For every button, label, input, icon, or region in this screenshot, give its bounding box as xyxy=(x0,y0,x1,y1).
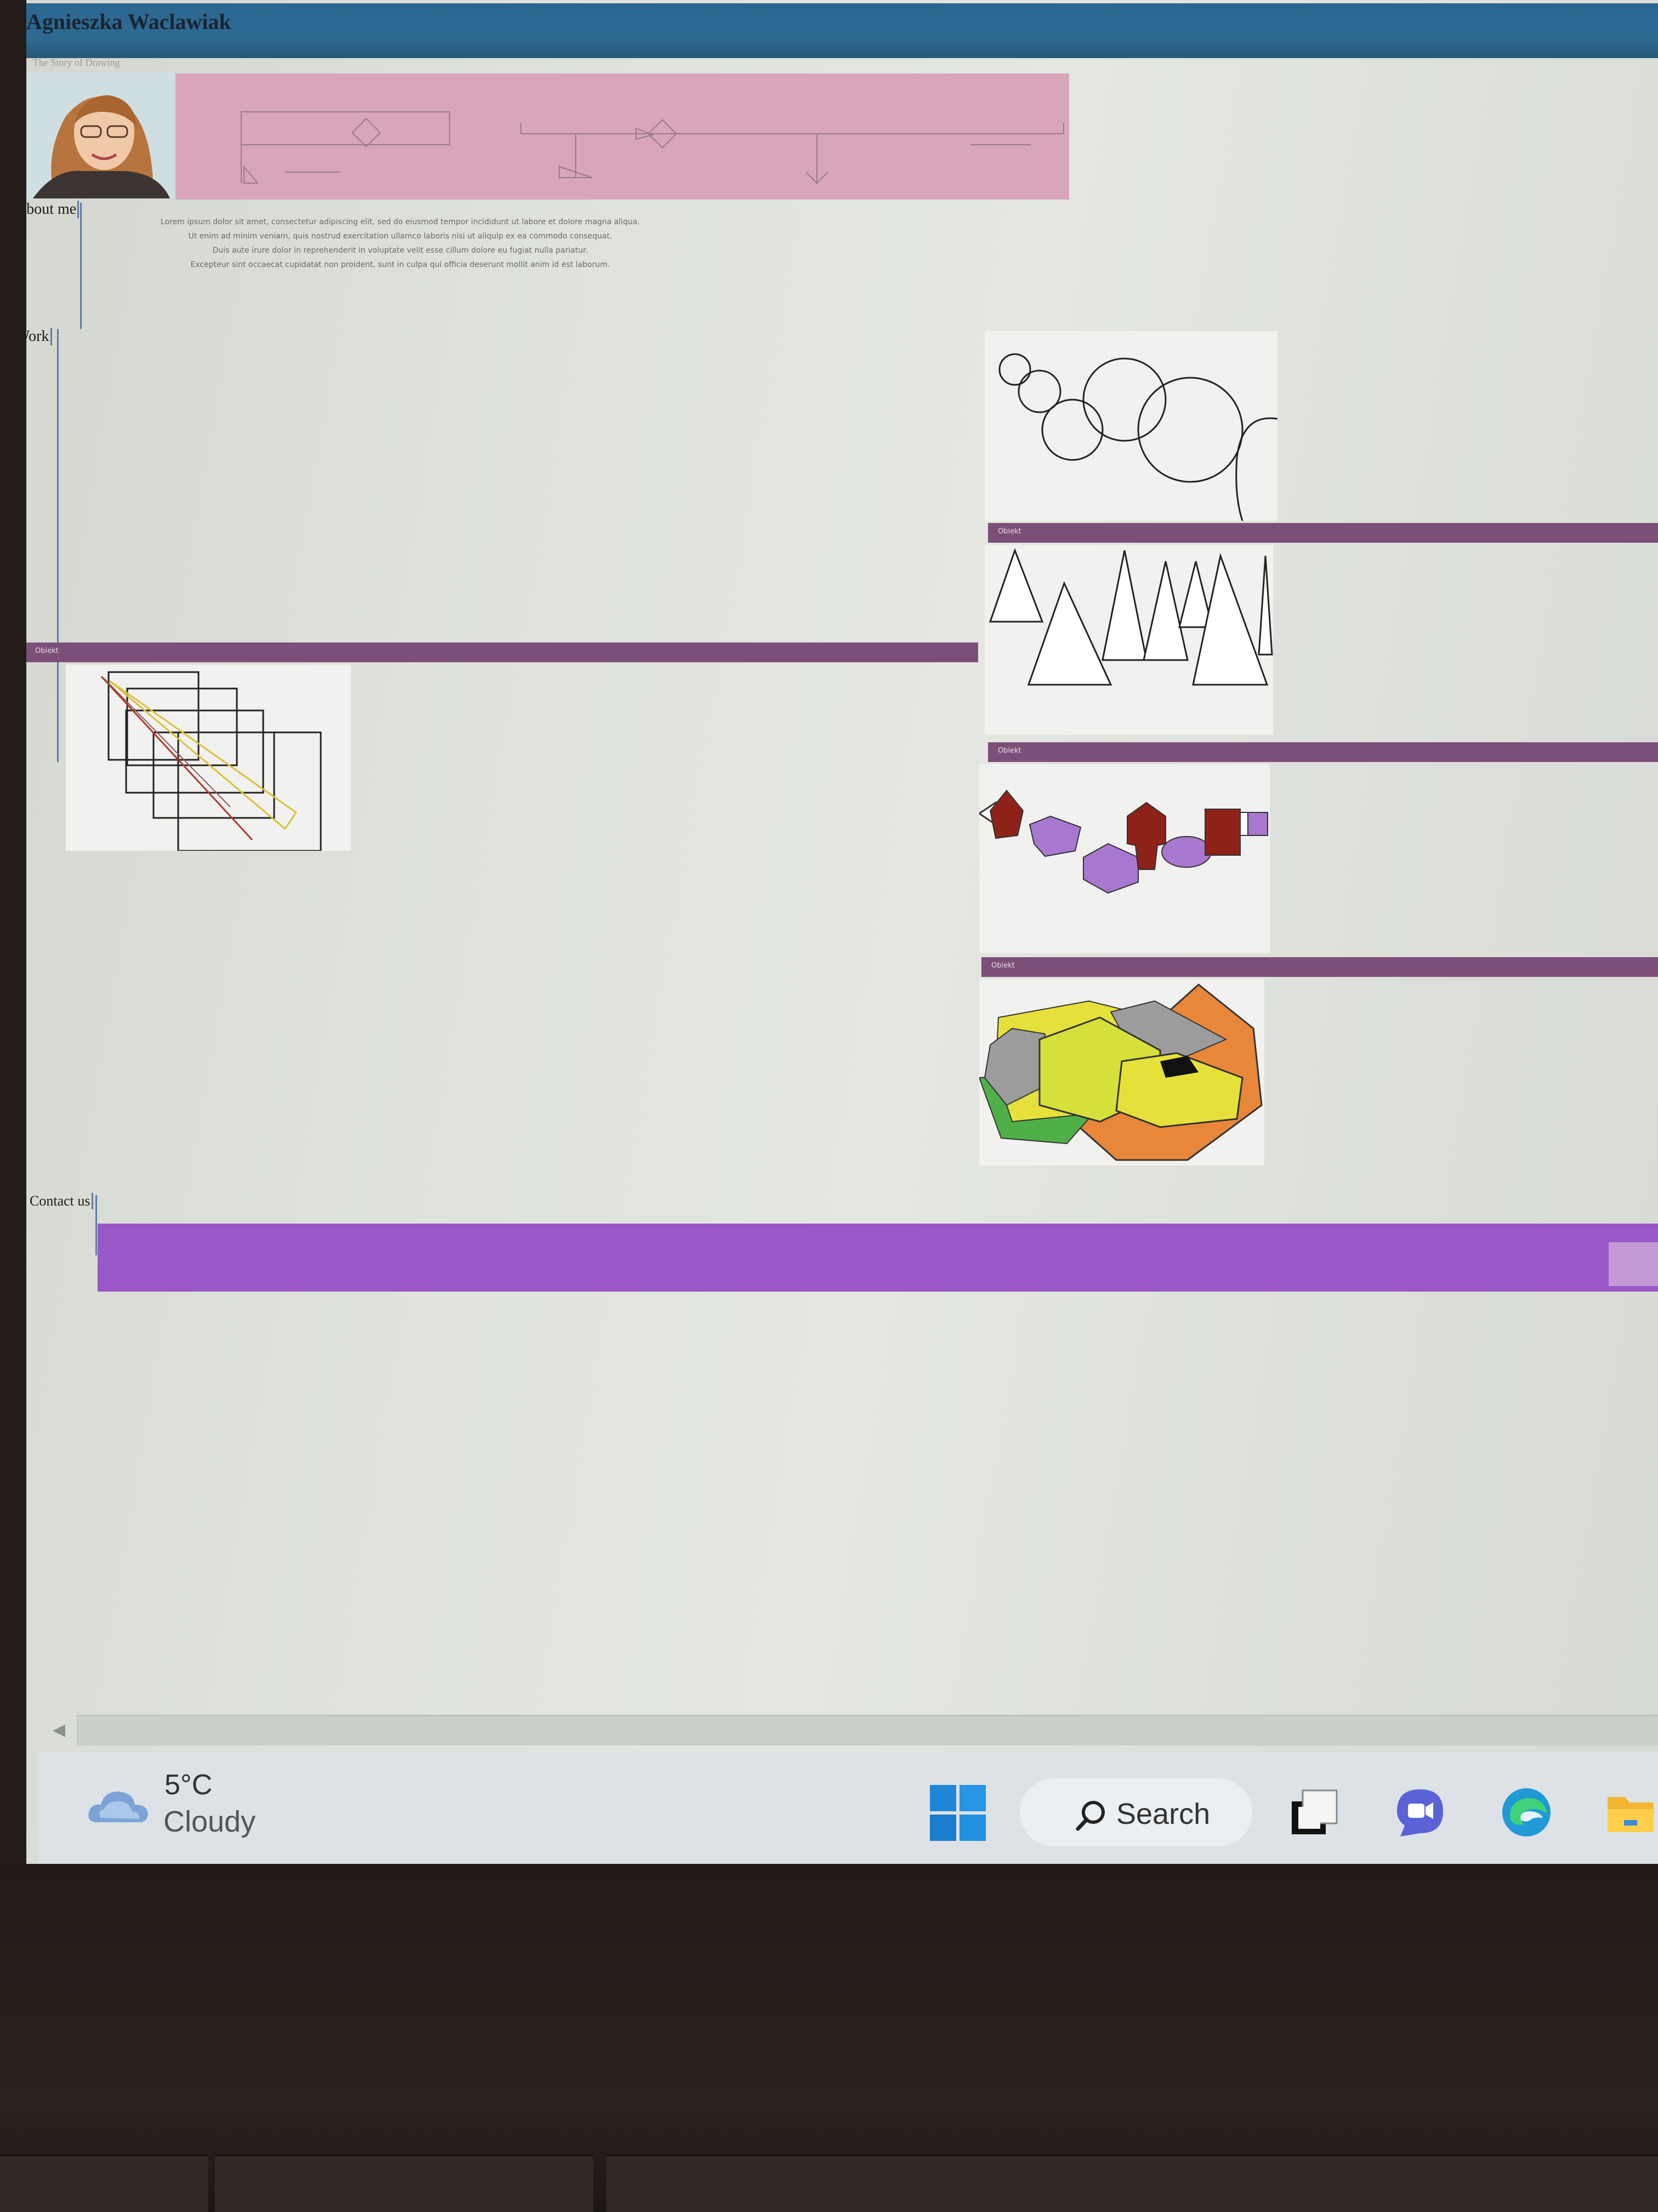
contact-submit-button[interactable] xyxy=(1609,1242,1658,1286)
contact-heading: Contact us xyxy=(30,1193,93,1209)
work-card-caption-bar[interactable]: Obiekt xyxy=(25,642,978,662)
contact-divider xyxy=(95,1195,97,1255)
weather-temperature[interactable]: 5°C xyxy=(164,1769,212,1801)
taskbar-search-box[interactable]: Search xyxy=(1020,1778,1252,1846)
keyboard-key xyxy=(606,2154,1658,2212)
work-card-caption-bar[interactable]: Obiekt xyxy=(988,523,1658,543)
work-card-caption: Obiekt xyxy=(998,527,1021,536)
work-card-image[interactable] xyxy=(985,331,1278,521)
browser-viewport: Agnieszka Waclawiak The Story of Drawing xyxy=(0,0,1658,1864)
keyboard-key xyxy=(0,2154,208,2212)
about-line: Excepteur sint occaecat cupidatat non pr… xyxy=(190,260,610,269)
cloud-icon[interactable] xyxy=(87,1784,150,1828)
work-card-caption: Obiekt xyxy=(35,647,59,655)
header-banner xyxy=(175,73,1069,200)
search-label: Search xyxy=(1116,1798,1211,1830)
work-card-image[interactable] xyxy=(66,664,351,852)
task-view-icon[interactable] xyxy=(1286,1785,1341,1840)
about-line: Ut enim ad minim veniam, quis nostrud ex… xyxy=(188,232,612,241)
site-title: Agnieszka Waclawiak xyxy=(26,9,231,34)
scroll-left-arrow[interactable]: ◀ xyxy=(53,1720,65,1739)
windows-start-icon[interactable] xyxy=(930,1785,986,1841)
search-icon xyxy=(1076,1801,1105,1831)
about-text: Lorem ipsum dolor sit amet, consectetur … xyxy=(99,215,702,272)
horizontal-scrollbar[interactable] xyxy=(77,1715,1658,1745)
site-subtitle: The Story of Drawing xyxy=(33,57,120,68)
site-header: Agnieszka Waclawiak xyxy=(11,3,1658,58)
about-line: Duis aute irure dolor in reprehenderit i… xyxy=(212,246,588,255)
work-divider xyxy=(57,329,59,762)
file-explorer-icon[interactable] xyxy=(1603,1785,1658,1840)
weather-condition[interactable]: Cloudy xyxy=(163,1805,255,1839)
work-card-caption-bar[interactable]: Obiekt xyxy=(988,742,1658,762)
about-line: Lorem ipsum dolor sit amet, consectetur … xyxy=(161,218,640,226)
monitor-bezel-left xyxy=(0,0,26,1864)
about-divider xyxy=(80,203,82,329)
work-card-caption-bar[interactable]: Obiekt xyxy=(981,957,1658,977)
edge-browser-icon[interactable] xyxy=(1499,1785,1554,1840)
work-card-image[interactable] xyxy=(985,545,1273,735)
avatar xyxy=(22,72,175,198)
teams-chat-icon[interactable] xyxy=(1393,1785,1447,1840)
work-card-image[interactable] xyxy=(978,979,1264,1165)
contact-form-bar xyxy=(98,1224,1658,1292)
work-card-image[interactable] xyxy=(978,764,1270,953)
work-card-caption: Obiekt xyxy=(998,747,1021,755)
windows-taskbar: 5°C Cloudy Search xyxy=(38,1752,1658,1864)
keyboard-key xyxy=(215,2154,593,2212)
work-card-caption: Obiekt xyxy=(991,962,1015,970)
